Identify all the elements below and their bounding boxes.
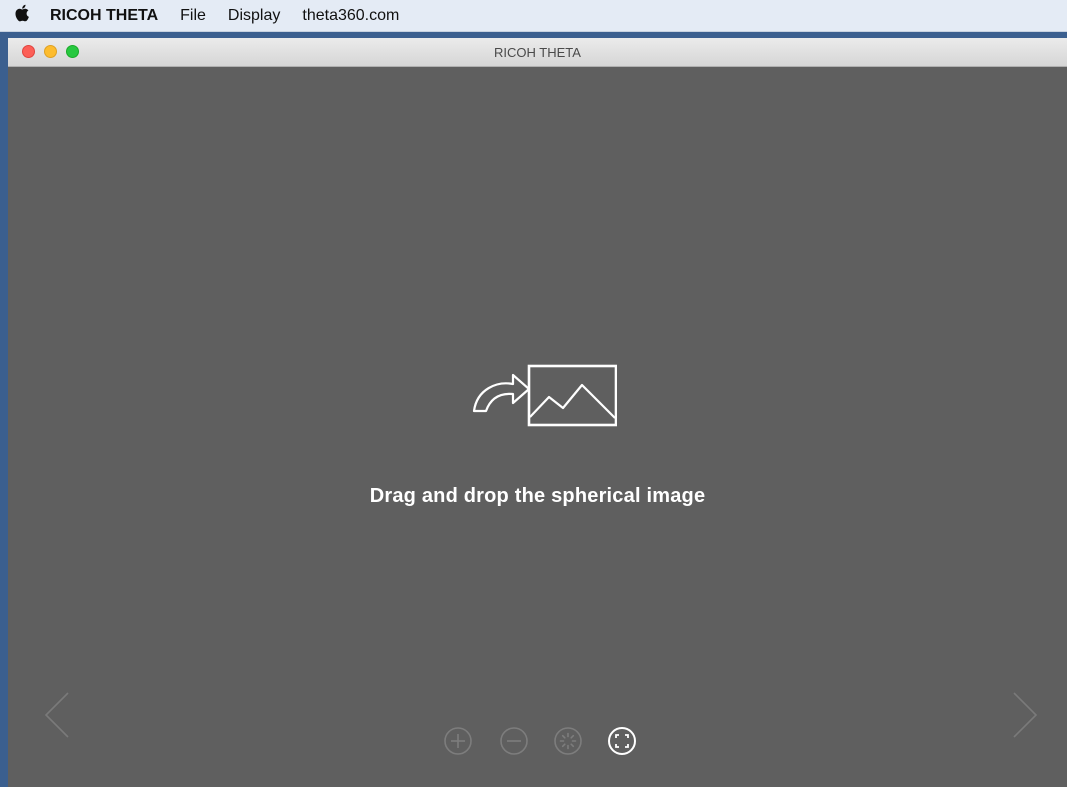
menu-bar: RICOH THETA File Display theta360.com (0, 0, 1067, 32)
zoom-out-icon (500, 727, 528, 755)
drag-drop-image-icon (472, 364, 617, 427)
app-window: RICOH THETA Drag and drop the spherical … (8, 38, 1067, 787)
menu-theta360-link[interactable]: theta360.com (291, 0, 410, 32)
menu-display[interactable]: Display (217, 0, 291, 32)
apple-menu-icon[interactable] (4, 4, 40, 27)
zoom-in-icon (444, 727, 472, 755)
auto-rotate-icon (554, 727, 582, 755)
zoom-out-button[interactable] (498, 725, 530, 757)
zoom-in-button[interactable] (442, 725, 474, 757)
window-title: RICOH THETA (494, 45, 581, 60)
window-titlebar[interactable]: RICOH THETA (8, 38, 1067, 67)
menu-file[interactable]: File (169, 0, 217, 32)
image-viewer-canvas[interactable]: Drag and drop the spherical image (8, 67, 1067, 787)
apple-logo-icon (15, 4, 29, 22)
fit-view-icon (608, 727, 636, 755)
auto-rotate-button[interactable] (552, 725, 584, 757)
previous-image-button[interactable] (38, 687, 74, 743)
dropzone-message: Drag and drop the spherical image (369, 485, 706, 507)
fit-view-button[interactable] (606, 725, 638, 757)
next-image-button[interactable] (1008, 687, 1044, 743)
menu-app-name[interactable]: RICOH THETA (40, 0, 169, 32)
